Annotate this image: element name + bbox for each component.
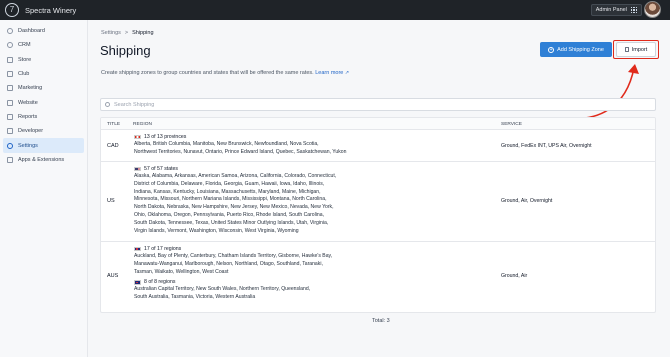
search-field[interactable]: Search Shipping [100,98,656,111]
app-name: Spectra Winery [25,5,77,15]
page-description: Create shipping zones to group countries… [101,70,349,76]
settings-icon [7,142,13,149]
sidebar-item-crm[interactable]: CRM [3,38,84,52]
top-bar: 7 Spectra Winery Admin Panel [0,0,670,20]
shipping-zones-table: TITLE REGION SERVICE CAD 13 of 13 provin… [100,117,656,313]
sidebar-item-apps-extensions[interactable]: Apps & Extensions [3,153,84,167]
table-header: TITLE REGION SERVICE [101,118,655,130]
sidebar-item-dashboard[interactable]: Dashboard [3,24,84,38]
region-list: Alberta, British Columbia, Manitoba, New… [134,141,347,155]
header-service: SERVICE [501,122,522,127]
sidebar-item-marketing[interactable]: Marketing [3,81,84,95]
region-count: 57 of 57 states [144,166,179,172]
row-service: Ground, Air [501,273,528,279]
row-title: AUS [107,273,119,279]
breadcrumb-current: Shipping [132,30,154,36]
learn-more-link[interactable]: Learn more [315,70,343,76]
developer-icon [7,128,13,135]
australia-flag-icon [134,280,141,285]
avatar[interactable] [644,1,661,18]
search-icon [105,102,110,107]
sidebar-item-website[interactable]: Website [3,95,84,109]
main-content: Settings > Shipping Shipping + Add Shipp… [88,20,670,357]
row-region: 17 of 17 regions Auckland, Bay of Plenty… [134,246,374,302]
sidebar-item-reports[interactable]: Reports [3,110,84,124]
breadcrumb: Settings > Shipping [101,30,154,36]
breadcrumb-separator: > [124,30,129,36]
add-shipping-zone-label: Add Shipping Zone [557,46,604,53]
sidebar-item-developer[interactable]: Developer [3,124,84,138]
website-icon [7,99,13,106]
table-row[interactable]: CAD 13 of 13 provinces Alberta, British … [101,130,655,162]
row-region: 57 of 57 states Alaska, Alabama, Arkansa… [134,166,374,235]
region-list: Auckland, Bay of Plenty, Canterbury, Cha… [134,253,333,275]
row-region: 13 of 13 provinces Alberta, British Colu… [134,134,374,157]
grid-icon [630,6,637,14]
crm-icon [7,42,13,49]
row-service: Ground, Air, Overnight [501,198,553,204]
sidebar-item-club[interactable]: Club [3,67,84,81]
external-link-icon: ↗ [344,70,350,76]
us-flag-icon [134,166,141,172]
region-list: Alaska, Alabama, Arkansas, American Samo… [134,173,337,234]
logo-icon[interactable]: 7 [5,3,19,17]
admin-panel-button[interactable]: Admin Panel [590,4,642,16]
table-total: Total: 3 [372,318,390,324]
canada-flag-icon [134,134,141,140]
search-placeholder: Search Shipping [114,101,155,108]
apps-icon [7,156,13,163]
new-zealand-flag-icon [134,246,141,252]
sidebar: Dashboard CRM Store Club Marketing Websi… [0,20,88,357]
region-list: Australian Capital Territory, New South … [134,286,311,301]
marketing-icon [7,85,13,92]
club-icon [7,71,13,78]
plus-circle-icon: + [548,46,555,53]
dashboard-icon [7,28,13,35]
add-shipping-zone-button[interactable]: + Add Shipping Zone [540,42,612,57]
page-title: Shipping [100,43,151,58]
table-row[interactable]: US 57 of 57 states Alaska, Alabama, Arka… [101,162,655,242]
admin-panel-label: Admin Panel [595,7,627,13]
reports-icon [7,113,13,120]
header-title: TITLE [107,122,121,127]
sidebar-item-settings[interactable]: Settings [3,138,84,153]
description-text: Create shipping zones to group countries… [101,70,314,76]
store-icon [7,56,13,63]
region-count: 17 of 17 regions [144,246,182,252]
row-title: CAD [107,143,119,149]
region-count: 13 of 13 provinces [144,134,187,140]
table-row[interactable]: AUS 17 of 17 regions Auckland, Bay of Pl… [101,242,655,312]
header-region: REGION [133,122,152,127]
row-service: Ground, FedEx INT, UPS Air, Overnight [501,143,592,149]
sidebar-item-store[interactable]: Store [3,53,84,67]
row-title: US [107,198,115,204]
annotation-arrow [563,64,639,120]
region-count: 8 of 8 regions [144,279,176,286]
breadcrumb-settings-link[interactable]: Settings [101,30,121,36]
